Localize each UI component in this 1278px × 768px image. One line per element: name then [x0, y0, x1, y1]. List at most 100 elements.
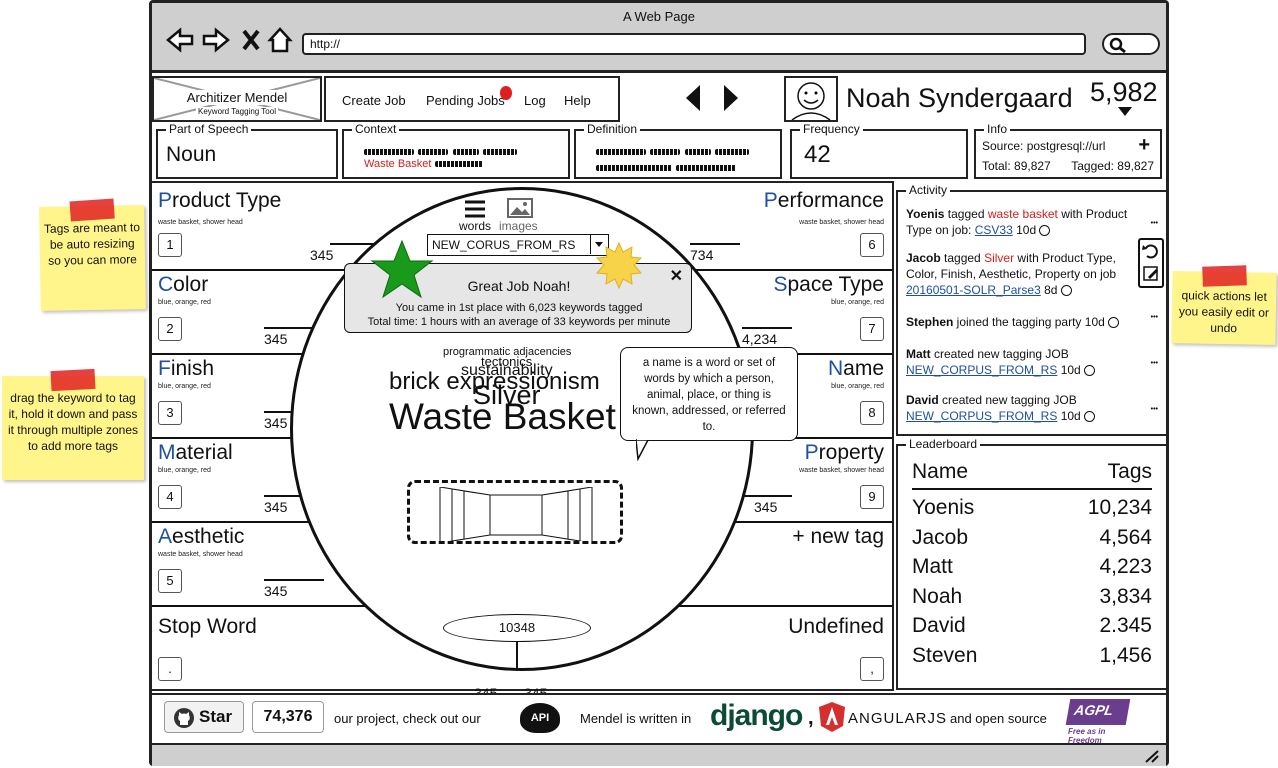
- zone-examples: blue, orange, red: [831, 299, 884, 306]
- count-line: [264, 579, 324, 581]
- close-icon[interactable]: [242, 29, 260, 51]
- agpl-logo[interactable]: AGPL Free as in Freedom: [1065, 699, 1134, 745]
- add-source-icon[interactable]: +: [1138, 134, 1150, 157]
- more-icon[interactable]: •••: [1151, 360, 1158, 367]
- leaderboard-name[interactable]: Matt: [912, 555, 953, 579]
- part-of-speech-field: Part of Speech Noun: [156, 122, 338, 179]
- app-logo[interactable]: Architizer Mendel Keyword Tagging Tool: [152, 76, 322, 122]
- info-field: Info Source: postgresql://url + Total: 8…: [974, 122, 1162, 179]
- activity-tag[interactable]: Silver: [984, 251, 1014, 265]
- zone-shortcut-key[interactable]: 4: [158, 485, 182, 509]
- activity-user[interactable]: Jacob: [906, 251, 941, 265]
- count-line: [690, 243, 740, 245]
- tag-zone-performance[interactable]: Performance waste basket, shower head 6: [684, 189, 884, 265]
- activity-item: Jacob tagged Silver with Product Type, C…: [906, 250, 1138, 298]
- notification-dot: [500, 86, 512, 100]
- zone-shortcut-key[interactable]: 9: [860, 485, 884, 509]
- leaderboard-row: Matt 4,223: [912, 555, 1152, 579]
- edit-icon[interactable]: [1143, 266, 1158, 281]
- activity-job-link[interactable]: NEW_CORPUS_FROM_RS: [906, 409, 1057, 423]
- close-icon[interactable]: ✕: [670, 266, 683, 286]
- zone-shortcut-key[interactable]: 2: [158, 317, 182, 341]
- leaderboard-row: Noah 3,834: [912, 585, 1152, 609]
- zone-shortcut-key[interactable]: .: [158, 657, 182, 681]
- activity-user[interactable]: Stephen: [906, 315, 953, 329]
- zone-shortcut-key[interactable]: 5: [158, 569, 182, 593]
- forward-icon[interactable]: [202, 27, 230, 53]
- activity-tag[interactable]: waste basket: [988, 207, 1058, 221]
- nav-create-job[interactable]: Create Job: [342, 93, 406, 108]
- field-label: Definition: [584, 122, 641, 136]
- browser-nav-icons: [166, 27, 293, 53]
- undo-icon[interactable]: [1142, 244, 1158, 259]
- activity-user[interactable]: David: [906, 393, 939, 407]
- zone-title: Stop Word: [158, 615, 257, 639]
- user-score: 5,982: [1090, 77, 1158, 107]
- definition-tooltip: a name is a word or set of words by whic…: [620, 347, 798, 441]
- leaderboard-name[interactable]: Yoenis: [912, 496, 974, 520]
- words-list-icon[interactable]: [465, 200, 485, 218]
- zone-count: 345: [310, 247, 334, 263]
- angular-logo[interactable]: ANGULARJS: [848, 710, 947, 727]
- zone-title-cap: F: [158, 357, 171, 380]
- api-icon[interactable]: API: [520, 703, 560, 733]
- leaderboard-name[interactable]: Jacob: [912, 526, 968, 550]
- panel-label: Leaderboard: [906, 437, 981, 451]
- leaderboard-tags: 3,834: [1099, 584, 1152, 608]
- activity-job-link[interactable]: CSV33: [975, 223, 1013, 237]
- activity-time: 8d: [1044, 283, 1058, 297]
- tab-words[interactable]: words: [459, 219, 491, 233]
- zone-examples: blue, orange, red: [158, 299, 211, 306]
- avatar[interactable]: [784, 76, 838, 122]
- score-dropdown-icon[interactable]: [1118, 107, 1132, 117]
- images-icon[interactable]: [507, 198, 533, 218]
- previous-arrow-icon[interactable]: [686, 85, 700, 111]
- popup-line1: You came in 1st place with 6,023 keyword…: [395, 302, 643, 314]
- tab-images[interactable]: images: [499, 219, 538, 233]
- zone-title-rest: Undefined: [788, 615, 884, 638]
- tag-zone-undefined[interactable]: Undefined,: [684, 609, 884, 685]
- nav-help[interactable]: Help: [564, 93, 591, 108]
- github-star-button[interactable]: Star: [164, 701, 244, 733]
- activity-action: tagged: [944, 207, 988, 221]
- leaderboard-name[interactable]: David: [912, 614, 966, 638]
- resize-grip-icon[interactable]: [1144, 749, 1160, 763]
- leaderboard-row: David 2.345: [912, 614, 1152, 638]
- zone-count: 4,234: [742, 331, 778, 347]
- more-icon[interactable]: •••: [1151, 314, 1158, 321]
- home-icon[interactable]: [267, 27, 293, 53]
- tape: [69, 198, 115, 222]
- more-icon[interactable]: •••: [1151, 406, 1158, 413]
- keyword-drop-target[interactable]: [407, 480, 623, 544]
- col-tags: Tags: [1107, 460, 1152, 483]
- zone-shortcut-key[interactable]: ,: [860, 657, 884, 681]
- panel-label: Activity: [906, 183, 951, 197]
- zone-shortcut-key[interactable]: 8: [860, 401, 884, 425]
- zone-examples: waste basket, shower head: [158, 551, 243, 558]
- leaderboard-name[interactable]: Steven: [912, 644, 977, 668]
- zone-title: Name: [828, 357, 884, 381]
- activity-user[interactable]: Yoenis: [906, 207, 944, 221]
- django-logo[interactable]: django: [710, 699, 803, 733]
- activity-job-link[interactable]: NEW_CORPUS_FROM_RS: [906, 363, 1057, 377]
- zone-shortcut-key[interactable]: 3: [158, 401, 182, 425]
- leaderboard-name[interactable]: Noah: [912, 585, 962, 609]
- count-line: [742, 327, 792, 329]
- corpus-select[interactable]: NEW_CORUS_FROM_RS: [427, 234, 609, 256]
- more-icon[interactable]: •••: [1151, 220, 1158, 227]
- back-icon[interactable]: [166, 27, 194, 53]
- zone-shortcut-key[interactable]: 6: [860, 233, 884, 257]
- activity-action: tagged: [940, 251, 985, 265]
- zone-shortcut-key[interactable]: 1: [158, 233, 182, 257]
- tag-zone-stop-word[interactable]: Stop Word.: [158, 609, 358, 685]
- sun-badge-icon: [595, 241, 643, 290]
- browser-search[interactable]: [1102, 33, 1160, 55]
- nav-log[interactable]: Log: [524, 93, 546, 108]
- next-arrow-icon[interactable]: [724, 85, 738, 111]
- nav-pending-jobs[interactable]: Pending Jobs: [426, 93, 505, 108]
- current-keyword[interactable]: Waste Basket: [389, 396, 616, 438]
- activity-job-link[interactable]: 20160501-SOLR_Parse3: [906, 283, 1041, 297]
- zone-shortcut-key[interactable]: 7: [860, 317, 884, 341]
- url-bar[interactable]: http://: [302, 33, 1086, 55]
- activity-user[interactable]: Matt: [906, 347, 931, 361]
